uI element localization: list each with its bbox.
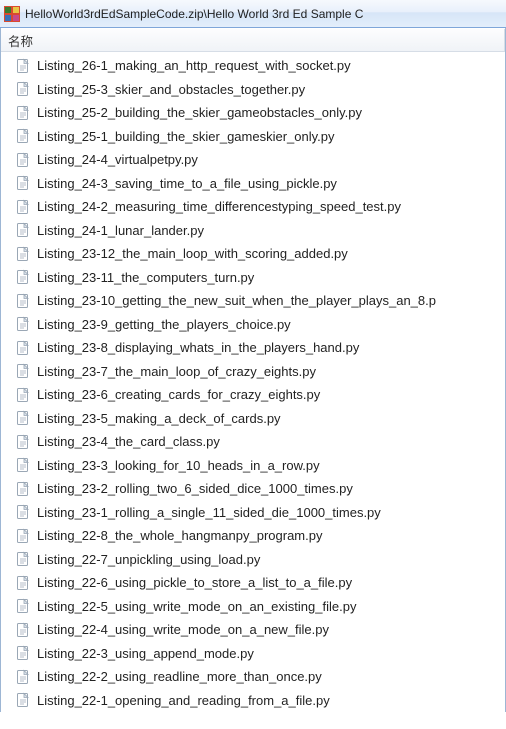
file-icon	[15, 128, 31, 144]
file-name: Listing_25-2_building_the_skier_gameobst…	[37, 105, 362, 120]
column-header-name[interactable]: 名称	[1, 29, 505, 51]
file-name: Listing_23-12_the_main_loop_with_scoring…	[37, 246, 348, 261]
file-name: Listing_22-7_unpickling_using_load.py	[37, 552, 260, 567]
file-icon	[15, 575, 31, 591]
file-row[interactable]: Listing_22-6_using_pickle_to_store_a_lis…	[1, 571, 505, 595]
file-icon	[15, 692, 31, 708]
file-icon	[15, 551, 31, 567]
file-icon	[15, 363, 31, 379]
file-icon	[15, 58, 31, 74]
file-name: Listing_26-1_making_an_http_request_with…	[37, 58, 351, 73]
file-name: Listing_22-5_using_write_mode_on_an_exis…	[37, 599, 356, 614]
window-title: HelloWorld3rdEdSampleCode.zip\Hello Worl…	[25, 7, 363, 21]
file-row[interactable]: Listing_23-12_the_main_loop_with_scoring…	[1, 242, 505, 266]
file-icon	[15, 504, 31, 520]
file-icon	[15, 598, 31, 614]
file-row[interactable]: Listing_23-5_making_a_deck_of_cards.py	[1, 407, 505, 431]
file-name: Listing_22-1_opening_and_reading_from_a_…	[37, 693, 330, 708]
file-name: Listing_23-10_getting_the_new_suit_when_…	[37, 293, 436, 308]
file-row[interactable]: Listing_23-3_looking_for_10_heads_in_a_r…	[1, 454, 505, 478]
file-icon	[15, 246, 31, 262]
file-row[interactable]: Listing_24-4_virtualpetpy.py	[1, 148, 505, 172]
file-name: Listing_23-8_displaying_whats_in_the_pla…	[37, 340, 359, 355]
file-icon	[15, 199, 31, 215]
file-row[interactable]: Listing_23-1_rolling_a_single_11_sided_d…	[1, 501, 505, 525]
file-icon	[15, 481, 31, 497]
file-row[interactable]: Listing_26-1_making_an_http_request_with…	[1, 54, 505, 78]
file-icon	[15, 175, 31, 191]
file-row[interactable]: Listing_22-7_unpickling_using_load.py	[1, 548, 505, 572]
file-icon	[15, 81, 31, 97]
file-row[interactable]: Listing_25-1_building_the_skier_gameskie…	[1, 125, 505, 149]
file-row[interactable]: Listing_22-1_opening_and_reading_from_a_…	[1, 689, 505, 713]
file-name: Listing_22-8_the_whole_hangmanpy_program…	[37, 528, 322, 543]
file-row[interactable]: Listing_24-3_saving_time_to_a_file_using…	[1, 172, 505, 196]
file-icon	[15, 340, 31, 356]
file-name: Listing_23-1_rolling_a_single_11_sided_d…	[37, 505, 381, 520]
file-icon	[15, 434, 31, 450]
file-name: Listing_22-4_using_write_mode_on_a_new_f…	[37, 622, 329, 637]
file-icon	[15, 316, 31, 332]
file-name: Listing_24-1_lunar_lander.py	[37, 223, 204, 238]
file-name: Listing_23-3_looking_for_10_heads_in_a_r…	[37, 458, 320, 473]
file-row[interactable]: Listing_23-4_the_card_class.py	[1, 430, 505, 454]
file-list: Listing_26-1_making_an_http_request_with…	[1, 52, 505, 712]
file-icon	[15, 528, 31, 544]
file-row[interactable]: Listing_23-7_the_main_loop_of_crazy_eigh…	[1, 360, 505, 384]
file-name: Listing_23-2_rolling_two_6_sided_dice_10…	[37, 481, 353, 496]
file-name: Listing_22-3_using_append_mode.py	[37, 646, 254, 661]
file-row[interactable]: Listing_23-8_displaying_whats_in_the_pla…	[1, 336, 505, 360]
file-icon	[15, 105, 31, 121]
file-name: Listing_23-9_getting_the_players_choice.…	[37, 317, 291, 332]
file-name: Listing_22-6_using_pickle_to_store_a_lis…	[37, 575, 352, 590]
file-icon	[15, 669, 31, 685]
file-name: Listing_23-7_the_main_loop_of_crazy_eigh…	[37, 364, 316, 379]
file-row[interactable]: Listing_23-9_getting_the_players_choice.…	[1, 313, 505, 337]
file-row[interactable]: Listing_24-2_measuring_time_differencest…	[1, 195, 505, 219]
file-icon	[15, 410, 31, 426]
file-name: Listing_24-2_measuring_time_differencest…	[37, 199, 401, 214]
file-name: Listing_23-5_making_a_deck_of_cards.py	[37, 411, 281, 426]
app-icon	[4, 6, 20, 22]
file-row[interactable]: Listing_22-4_using_write_mode_on_a_new_f…	[1, 618, 505, 642]
file-row[interactable]: Listing_23-11_the_computers_turn.py	[1, 266, 505, 290]
file-name: Listing_24-3_saving_time_to_a_file_using…	[37, 176, 337, 191]
file-icon	[15, 293, 31, 309]
file-name: Listing_22-2_using_readline_more_than_on…	[37, 669, 322, 684]
file-icon	[15, 457, 31, 473]
file-row[interactable]: Listing_23-2_rolling_two_6_sided_dice_10…	[1, 477, 505, 501]
window-titlebar: HelloWorld3rdEdSampleCode.zip\Hello Worl…	[0, 0, 506, 28]
file-row[interactable]: Listing_22-2_using_readline_more_than_on…	[1, 665, 505, 689]
file-icon	[15, 222, 31, 238]
file-icon	[15, 645, 31, 661]
file-row[interactable]: Listing_23-6_creating_cards_for_crazy_ei…	[1, 383, 505, 407]
file-name: Listing_24-4_virtualpetpy.py	[37, 152, 198, 167]
file-icon	[15, 387, 31, 403]
file-row[interactable]: Listing_24-1_lunar_lander.py	[1, 219, 505, 243]
file-row[interactable]: Listing_22-5_using_write_mode_on_an_exis…	[1, 595, 505, 619]
column-header-row: 名称	[1, 28, 505, 52]
column-header-name-label: 名称	[8, 31, 33, 50]
file-name: Listing_25-3_skier_and_obstacles_togethe…	[37, 82, 305, 97]
file-row[interactable]: Listing_25-2_building_the_skier_gameobst…	[1, 101, 505, 125]
file-name: Listing_23-4_the_card_class.py	[37, 434, 220, 449]
file-row[interactable]: Listing_22-3_using_append_mode.py	[1, 642, 505, 666]
file-row[interactable]: Listing_23-10_getting_the_new_suit_when_…	[1, 289, 505, 313]
file-icon	[15, 622, 31, 638]
file-row[interactable]: Listing_22-8_the_whole_hangmanpy_program…	[1, 524, 505, 548]
file-name: Listing_23-6_creating_cards_for_crazy_ei…	[37, 387, 320, 402]
file-row[interactable]: Listing_25-3_skier_and_obstacles_togethe…	[1, 78, 505, 102]
file-icon	[15, 152, 31, 168]
file-name: Listing_23-11_the_computers_turn.py	[37, 270, 254, 285]
file-name: Listing_25-1_building_the_skier_gameskie…	[37, 129, 335, 144]
file-icon	[15, 269, 31, 285]
